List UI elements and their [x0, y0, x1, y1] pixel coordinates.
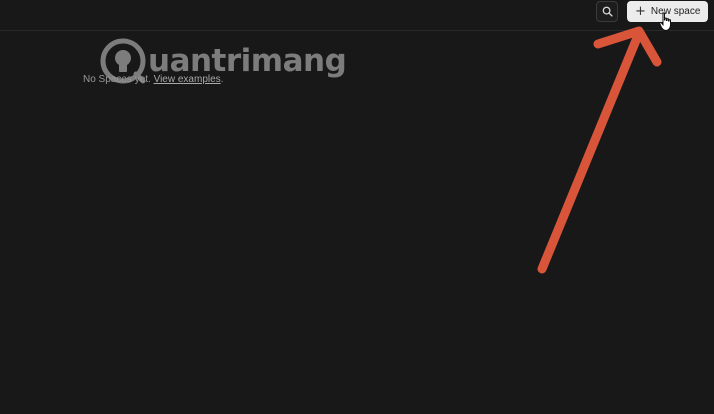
annotation-arrow	[537, 26, 662, 274]
app-window: + New space uantrimang No Spaces yet. Vi…	[0, 0, 714, 414]
hand-cursor-icon	[659, 12, 671, 32]
